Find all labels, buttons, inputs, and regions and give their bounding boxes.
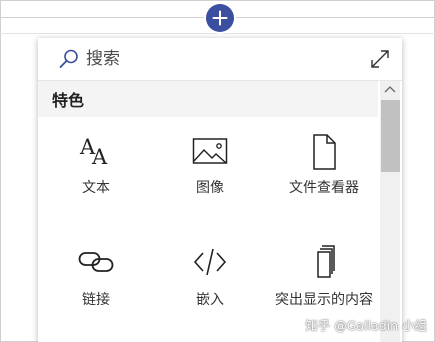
tile-label: 嵌入	[196, 292, 224, 308]
link-icon	[78, 252, 114, 272]
image-icon	[192, 138, 228, 164]
tile-label: 图像	[196, 180, 224, 196]
expand-icon[interactable]	[370, 49, 390, 69]
search-icon	[59, 49, 78, 68]
watermark: 知乎 @Galladin 小组	[305, 318, 427, 333]
category-title: 特色	[52, 91, 85, 110]
search-input[interactable]	[86, 46, 336, 72]
tile-link[interactable]: 链接	[38, 244, 154, 311]
chevron-up-icon[interactable]	[384, 85, 396, 93]
tile-image[interactable]: 图像	[152, 134, 268, 199]
copy-icon	[317, 245, 335, 278]
tile-text[interactable]: A A 文本	[38, 134, 154, 199]
add-section-button[interactable]	[206, 4, 234, 32]
category-header: 特色	[38, 81, 378, 117]
tile-label: 链接	[82, 292, 110, 308]
scrollbar[interactable]	[380, 81, 400, 342]
section-divider-secondary	[0, 33, 435, 34]
tile-file-viewer[interactable]: 文件查看器	[266, 134, 382, 199]
tile-embed[interactable]: 嵌入	[152, 244, 268, 311]
file-icon	[313, 134, 336, 170]
plus-icon	[212, 10, 228, 26]
tile-label: 突出显示的内容	[275, 292, 373, 308]
tile-highlighted-content[interactable]: 突出显示的内容	[266, 244, 382, 310]
search-bar	[38, 38, 402, 81]
code-icon	[193, 248, 227, 276]
tile-label: 文件查看器	[289, 180, 359, 196]
svg-text:A: A	[91, 145, 108, 169]
scrollbar-thumb[interactable]	[381, 100, 400, 172]
text-icon: A A	[79, 135, 108, 169]
tile-label: 文本	[82, 180, 110, 196]
webpart-picker-panel: 特色 A A 文本 图像 文件查看器 链	[38, 38, 402, 342]
